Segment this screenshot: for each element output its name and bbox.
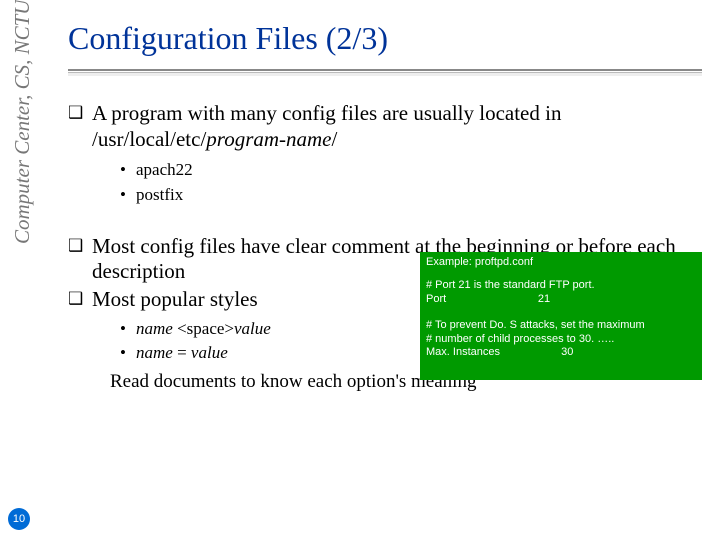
slide: Computer Center, CS, NCTU 10 Configurati…: [0, 0, 720, 540]
sub-item-apache: apach22: [120, 160, 702, 181]
content-area: Configuration Files (2/3) A program with…: [68, 20, 702, 393]
body: A program with many config files are usu…: [68, 101, 702, 393]
bullet-1-path-suffix: /: [332, 127, 338, 151]
sidebar-label: Computer Center, CS, NCTU: [10, 0, 35, 325]
example-line: # Port 21 is the standard FTP port.: [426, 279, 696, 293]
bullet-1-text: A program with many config files are usu…: [92, 101, 561, 125]
style-b: name = value: [120, 343, 702, 364]
bullet-3-text: Most popular styles: [92, 287, 258, 311]
bullet-1: A program with many config files are usu…: [68, 101, 702, 152]
row-2: Most config files have clear comment at …: [68, 234, 702, 313]
example-block-1: # Port 21 is the standard FTP port. Port…: [426, 279, 696, 307]
example-box-title: Example: proftpd.conf: [426, 256, 696, 270]
example-line: Port 21: [426, 293, 696, 307]
bullet-1-path-italic: program-name: [206, 127, 331, 151]
bullet-1-path-prefix: /usr/local/etc/: [92, 127, 206, 151]
style-a: name <space>value: [120, 319, 702, 340]
sub-item-postfix: postfix: [120, 185, 702, 206]
slide-title: Configuration Files (2/3): [68, 20, 702, 57]
page-number-badge: 10: [8, 508, 30, 530]
title-divider: [68, 69, 702, 73]
sub-list-1: apach22 postfix: [120, 160, 702, 205]
